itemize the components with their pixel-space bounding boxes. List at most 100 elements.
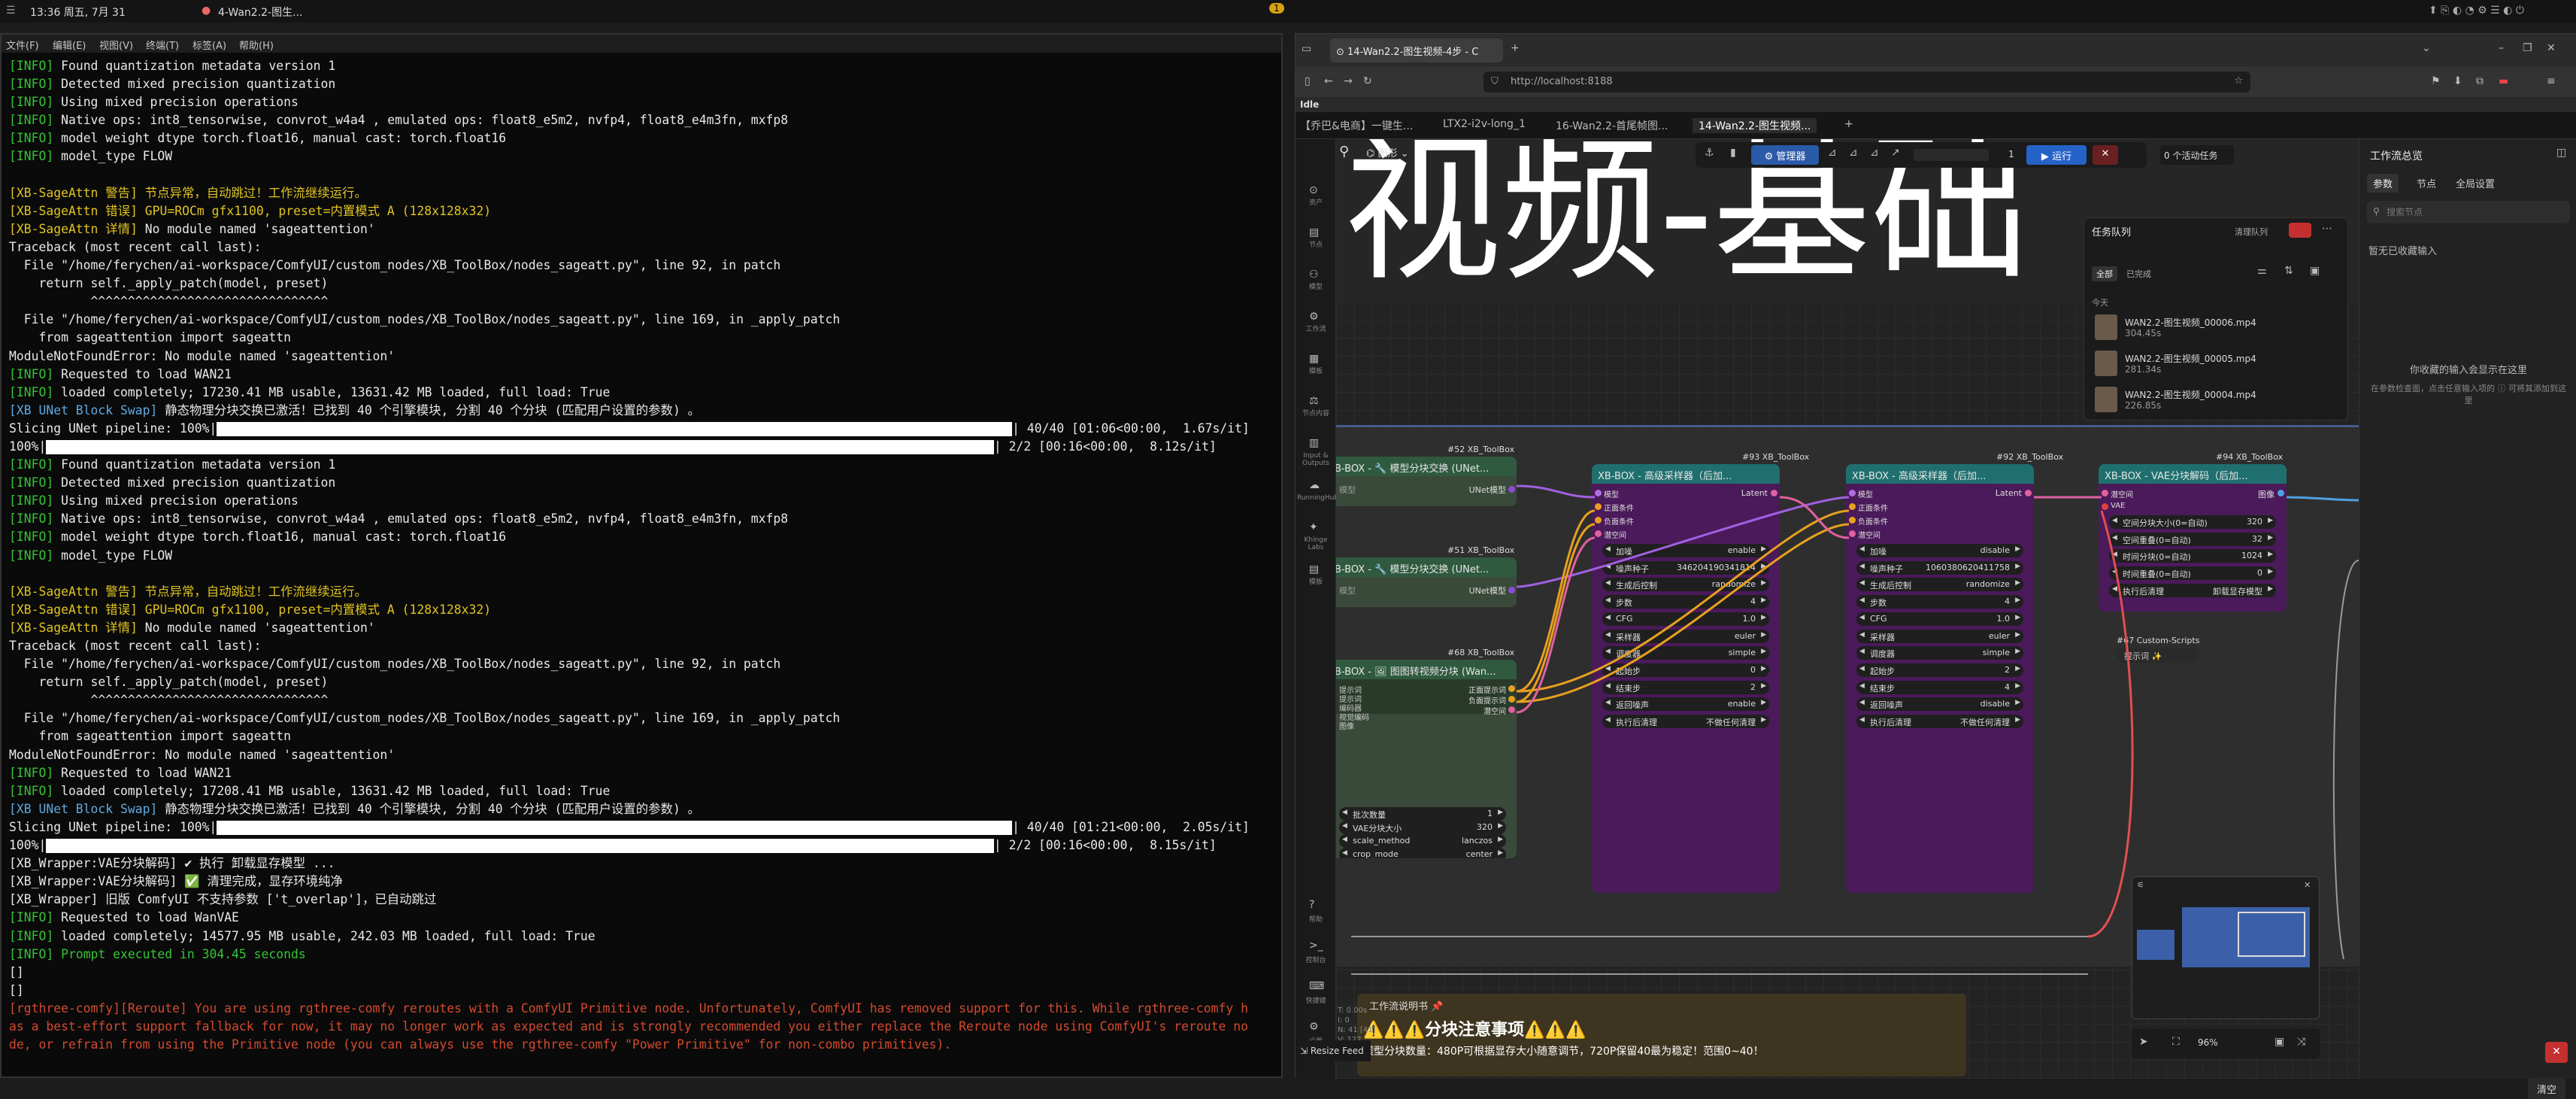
node-custom-scripts[interactable]: #67 Custom-Scripts 提示词 ✨ xyxy=(2117,636,2207,663)
minimap-toggle-icon[interactable]: ▣ xyxy=(2274,1036,2284,1048)
workflow-tab[interactable]: 14-Wan2.2-图生视频... xyxy=(1693,118,1817,133)
workflow-tab[interactable]: 【乔巴&电商】一键生... xyxy=(1300,118,1413,133)
widget-row[interactable]: 执行后清理 不做任何清理 xyxy=(1602,715,1769,728)
sidebar-item-icon[interactable]: ☁ xyxy=(1309,479,1320,491)
sidebar-bottom-icon[interactable]: ⚙ xyxy=(1309,1021,1319,1033)
sidebar-item-icon[interactable]: ▤ xyxy=(1309,226,1319,238)
widget-row[interactable]: 生成后控制 randomize xyxy=(1856,578,2023,592)
node-search-field[interactable] xyxy=(2387,204,2559,220)
workflow-tab[interactable]: LTX2-i2v-long_1 xyxy=(1443,118,1526,130)
workflow-tab[interactable]: 16-Wan2.2-首尾帧图... xyxy=(1556,118,1668,133)
widget-row[interactable]: 空间分块大小(0=自动) 320 xyxy=(2109,515,2276,529)
widget-row[interactable]: 起始步 0 xyxy=(1602,663,1769,677)
sidebar-item-icon[interactable]: ⚙ xyxy=(1309,311,1319,323)
app-menu-icon[interactable]: ☰ xyxy=(6,5,16,17)
widget-row[interactable]: 返回噪声 enable xyxy=(1602,697,1769,712)
widget-row[interactable]: 结束步 2 xyxy=(1602,680,1769,694)
terminal-menu-item[interactable]: 终端(T) xyxy=(146,38,179,52)
close-panel-icon[interactable]: ✕ xyxy=(2545,1042,2568,1063)
filter-icon[interactable]: ⚌ xyxy=(2257,265,2267,277)
terminal-menu-item[interactable]: 编辑(E) xyxy=(53,38,86,52)
terminal-menu-item[interactable]: 文件(F) xyxy=(6,38,39,52)
widget-row[interactable]: 采样器 euler xyxy=(1602,629,1769,643)
forward-icon[interactable]: → xyxy=(1344,75,1353,87)
bookmark-icon[interactable]: ☆ xyxy=(2234,75,2243,87)
sidebar-bottom-icon[interactable]: >_ xyxy=(1309,940,1323,952)
widget-row[interactable]: 噪声种子 346204190341814 xyxy=(1602,560,1769,575)
widget-row[interactable]: crop_mode center xyxy=(1339,848,1506,858)
back-icon[interactable]: ← xyxy=(1324,75,1333,87)
sidebar-item-icon[interactable]: ✦ xyxy=(1309,521,1318,533)
stop-button[interactable]: ✕ xyxy=(2093,145,2118,165)
widget-row[interactable]: 起始步 2 xyxy=(1856,663,2023,677)
image-view-icon[interactable]: ▣ xyxy=(2310,265,2320,277)
queue-item[interactable]: WAN2.2-图生视频_00005.mp4 281.34s xyxy=(2095,348,2343,381)
puzzle-icon[interactable]: ⧉ xyxy=(2476,75,2484,87)
tab-list-icon[interactable]: ⌄ xyxy=(2422,42,2431,54)
sidebar-bottom-icon[interactable]: ? xyxy=(1309,899,1314,911)
tool-a-icon[interactable]: ⊿ xyxy=(1828,147,1837,159)
record-icon[interactable]: ▬ xyxy=(2499,75,2508,87)
widget-row[interactable]: CFG 1.0 xyxy=(1856,612,2023,626)
minimap-viewport[interactable] xyxy=(2238,912,2305,957)
terminal-menu-item[interactable]: 帮助(H) xyxy=(239,38,274,52)
node-sampler-high[interactable]: XB-BOX - 高级采样器（后加... 模型正面条件负面条件潜空间 Latent 加… xyxy=(1592,464,1780,893)
node-search-input[interactable]: ⚲ xyxy=(2367,201,2570,223)
widget-row[interactable]: 调度器 simple xyxy=(1856,646,2023,660)
node-image-to-video[interactable]: B-BOX - 🖼 图图转视频分块 (Wan... 提示词 提示词 编码器 视觉编码 图像… xyxy=(1336,660,1517,858)
minimize-icon[interactable]: – xyxy=(2499,42,2504,54)
bookmark-icon[interactable]: ▮ xyxy=(1730,147,1736,159)
sidebar-bottom-icon[interactable]: ⌨ xyxy=(1309,980,1324,992)
sidebar-item-icon[interactable]: ⚖ xyxy=(1309,395,1319,407)
node-vae-decode[interactable]: XB-BOX - VAE分块解码（后加... 潜空间 VAE 图像空间分块大小(0=自… xyxy=(2099,464,2287,612)
widget-row[interactable]: 噪声种子 1060380620411758 xyxy=(1856,560,2023,575)
sidebar-item-icon[interactable]: ▥ xyxy=(1309,437,1319,449)
panel-toggle-icon[interactable]: ◫ xyxy=(2556,147,2566,159)
widget-row[interactable]: 步数 4 xyxy=(1856,595,2023,609)
node-model-block-swap-2[interactable]: B-BOX - 🔧 模型分块交换 (UNet... 模型 UNet模型 xyxy=(1336,557,1517,607)
sidebar-toggle-icon[interactable]: ▭ xyxy=(1302,43,1311,55)
sort-icon[interactable]: ⇅ xyxy=(2284,265,2293,277)
run-button[interactable]: ▶ 运行 xyxy=(2026,145,2087,165)
widget-row[interactable]: 执行后清理 不做任何清理 xyxy=(1856,715,2023,728)
link-toggle-icon[interactable]: ⤨ xyxy=(2297,1036,2305,1048)
menu-icon[interactable]: ≡ xyxy=(2547,75,2556,87)
sidebar-item-icon[interactable]: ⊙ xyxy=(1309,184,1318,196)
widget-row[interactable]: 步数 4 xyxy=(1602,595,1769,609)
widget-row[interactable]: 加噪 disable xyxy=(1856,544,2023,557)
active-tasks[interactable]: 0 个活动任务 xyxy=(2160,145,2234,165)
clear-queue-button[interactable]: 清理队列 xyxy=(2235,226,2268,238)
browser-icon[interactable]: ● xyxy=(202,5,211,17)
clock[interactable]: 13:36 周五, 7月 31 xyxy=(30,5,126,20)
close-window-icon[interactable]: ✕ xyxy=(2547,42,2556,54)
minimap[interactable]: ⚟ ✕ xyxy=(2132,876,2320,1019)
minimap-close-icon[interactable]: ✕ xyxy=(2304,880,2311,890)
prompt-chip[interactable]: 提示词 ✨ xyxy=(2117,648,2199,663)
tray-icons[interactable]: ⬆ ⎘ ◐ ◔ ⚙ ☰ ◐ ⏻ xyxy=(2429,5,2524,17)
manager-button[interactable]: ⚙ 管理器 xyxy=(1751,145,1819,165)
tool-c-icon[interactable]: ⊿ xyxy=(1870,147,1879,159)
widget-row[interactable]: CFG 1.0 xyxy=(1602,612,1769,626)
widget-row[interactable]: 时间分块(0=自动) 1024 xyxy=(2109,549,2276,563)
reload-icon[interactable]: ↻ xyxy=(1363,75,1372,87)
url-bar[interactable]: ⛉ http://localhost:8188 ☆ xyxy=(1483,71,2250,93)
comfy-logo-icon[interactable]: ⚲ xyxy=(1339,144,1360,165)
more-icon[interactable]: ⋯ xyxy=(2322,223,2332,235)
graph-menu[interactable]: ⌬ 图形 ⌄ xyxy=(1366,145,1441,163)
widget-row[interactable]: 生成后控制 randomize xyxy=(1602,578,1769,592)
new-workflow-tab-icon[interactable]: + xyxy=(1844,118,1853,130)
widget-row[interactable]: 加噪 enable xyxy=(1602,544,1769,557)
workspace-badge[interactable]: 1 xyxy=(1269,3,1284,14)
browser-tab-active[interactable]: ⊙ 14-Wan2.2-图生视频-4步 - C xyxy=(1330,38,1503,62)
share-icon[interactable]: ↗ xyxy=(1891,147,1900,159)
tab-global-settings[interactable]: 全局设置 xyxy=(2456,176,2495,190)
widget-row[interactable]: 结束步 4 xyxy=(1856,680,2023,694)
resize-feed[interactable]: ⇲ Resize Feed xyxy=(1296,1040,1371,1061)
tool-b-icon[interactable]: ⊿ xyxy=(1849,147,1858,159)
downloads-icon[interactable]: ⬇ xyxy=(2453,75,2462,87)
widget-row[interactable]: 返回噪声 disable xyxy=(1856,697,2023,712)
clear-queue-icon[interactable] xyxy=(2289,223,2311,238)
notes-node[interactable]: 工作流说明书 📌 ⚠️⚠️⚠️分块注意事项⚠️⚠️⚠️ 模型分块数量：480P可… xyxy=(1357,994,1966,1076)
fit-view-icon[interactable]: ⛶ xyxy=(2172,1036,2180,1048)
zoom-level[interactable]: 96% xyxy=(2198,1037,2218,1048)
